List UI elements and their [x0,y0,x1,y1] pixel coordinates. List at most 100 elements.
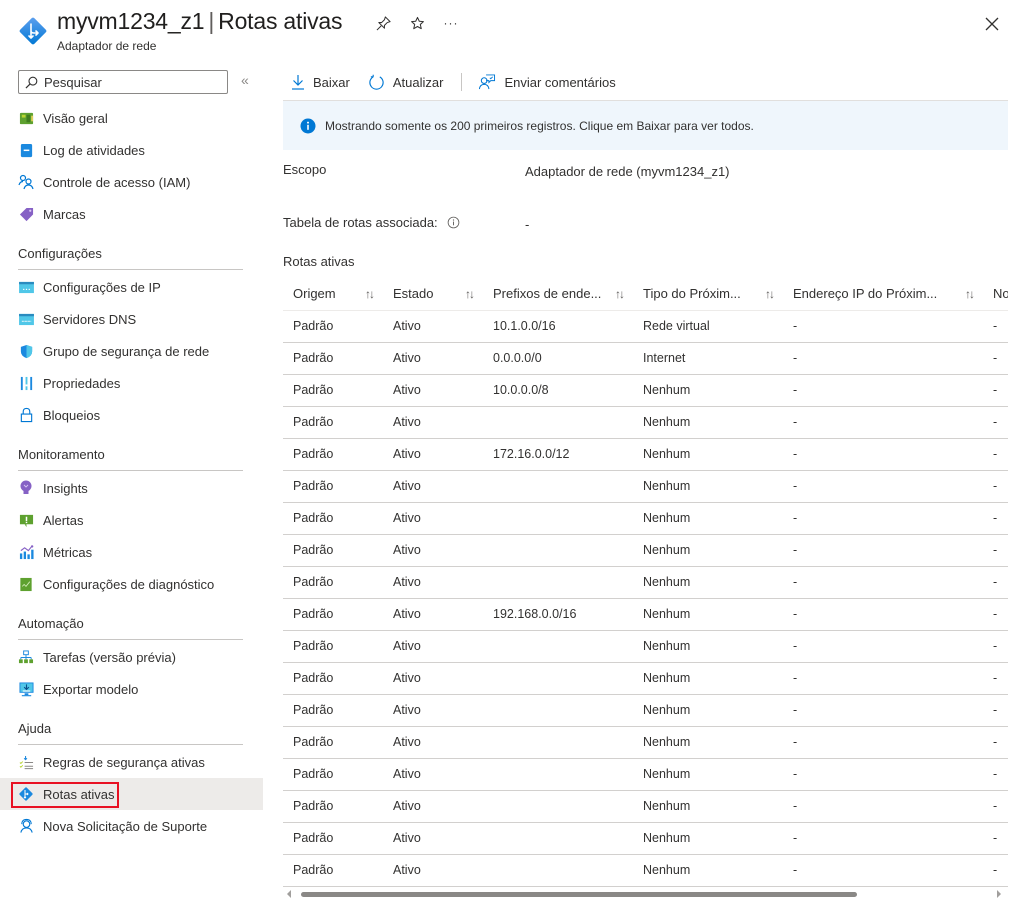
cell-next-hop-type: Nenhum [633,790,783,823]
sidebar-item-new-support-request[interactable]: Nova Solicitação de Suporte [0,810,263,842]
search-input[interactable] [44,74,214,90]
more-options-button[interactable]: ··· [442,14,460,32]
table-row[interactable]: Padrão Ativo Nenhum - - [283,630,1008,663]
sidebar-item-label: Exportar modelo [43,681,139,697]
sidebar-item-insights[interactable]: Insights [0,472,263,504]
column-header-next-hop-ip[interactable]: Endereço IP do Próxim... ↑↓ [783,278,983,311]
sidebar-item-iam[interactable]: Controle de acesso (IAM) [0,166,263,198]
feedback-label: Enviar comentários [504,74,616,90]
sidebar-item-export-template[interactable]: Exportar modelo [0,673,263,705]
table-row[interactable]: Padrão Ativo 192.168.0.0/16 Nenhum - - [283,598,1008,631]
refresh-label: Atualizar [392,74,444,90]
table-row[interactable]: Padrão Ativo 172.16.0.0/12 Nenhum - - [283,438,1008,471]
sidebar-item-properties[interactable]: Propriedades [0,367,263,399]
cell-next-hop-ip: - [783,694,983,727]
cell-truncated: - [983,566,1008,599]
info-tooltip-icon[interactable] [447,216,460,229]
column-label: No [993,286,1008,302]
download-button[interactable]: Baixar [291,74,350,90]
cell-state: Ativo [383,534,483,567]
sidebar-item-label: Log de atividades [43,142,145,158]
search-box[interactable] [18,70,228,94]
sidebar-item-diagnostic-settings[interactable]: Configurações de diagnóstico [0,568,263,600]
sidebar-item-ip-configurations[interactable]: ••• Configurações de IP [0,271,263,303]
sidebar-item-effective-routes[interactable]: Rotas ativas [0,778,263,810]
cell-next-hop-ip: - [783,854,983,887]
sort-icon[interactable]: ↑↓ [465,287,475,301]
horizontal-scrollbar[interactable] [283,888,1008,900]
table-row[interactable]: Padrão Ativo Nenhum - - [283,854,1008,887]
column-header-next-hop-type[interactable]: Tipo do Próxim... ↑↓ [633,278,783,311]
cell-source: Padrão [283,566,383,599]
table-row[interactable]: Padrão Ativo Nenhum - - [283,758,1008,791]
sidebar-item-label: Métricas [43,544,93,560]
table-row[interactable]: Padrão Ativo Nenhum - - [283,502,1008,535]
cell-next-hop-ip: - [783,598,983,631]
command-bar: Baixar Atualizar Enviar comentários [283,70,634,94]
table-row[interactable]: Padrão Ativo Nenhum - - [283,822,1008,855]
table-row[interactable]: Padrão Ativo 10.1.0.0/16 Rede virtual - - [283,310,1008,343]
scroll-right-arrow-icon[interactable] [997,890,1001,898]
sort-icon[interactable]: ↑↓ [765,287,775,301]
cell-truncated: - [983,598,1008,631]
route-table-value: - [525,217,530,232]
table-row[interactable]: Padrão Ativo Nenhum - - [283,726,1008,759]
star-icon [410,16,424,29]
cell-source: Padrão [283,822,383,855]
column-header-address-prefixes[interactable]: Prefixos de ende... ↑↓ [483,278,633,311]
diagnostic-icon [18,576,34,592]
sidebar-item-activity-log[interactable]: Log de atividades [0,134,263,166]
refresh-button[interactable]: Atualizar [368,74,444,91]
column-header-truncated[interactable]: No [983,278,1008,311]
cell-truncated: - [983,470,1008,503]
table-row[interactable]: Padrão Ativo Nenhum - - [283,406,1008,439]
sidebar: « Visão geral Log de atividades Controle… [0,62,263,913]
feedback-button[interactable]: Enviar comentários [478,73,616,91]
cell-state: Ativo [383,502,483,535]
sidebar-item-locks[interactable]: Bloqueios [0,399,263,431]
scroll-left-arrow-icon[interactable] [287,890,291,898]
sidebar-item-dns-servers[interactable]: Servidores DNS [0,303,263,335]
close-button[interactable] [982,14,1002,34]
scrollbar-thumb[interactable] [301,892,857,897]
cell-source: Padrão [283,854,383,887]
column-header-source[interactable]: Origem ↑↓ [283,278,383,311]
table-row[interactable]: Padrão Ativo 10.0.0.0/8 Nenhum - - [283,374,1008,407]
sort-icon[interactable]: ↑↓ [965,287,975,301]
collapse-sidebar-button[interactable]: « [241,72,249,88]
sidebar-item-tasks[interactable]: Tarefas (versão prévia) [0,641,263,673]
table-row[interactable]: Padrão Ativo Nenhum - - [283,790,1008,823]
sidebar-item-effective-security-rules[interactable]: Regras de segurança ativas [0,746,263,778]
column-label: Endereço IP do Próxim... [793,286,938,302]
cell-address-prefix: 172.16.0.0/12 [483,438,633,471]
effective-routes-title: Rotas ativas [283,254,355,269]
sidebar-item-label: Marcas [43,206,86,222]
table-row[interactable]: Padrão Ativo Nenhum - - [283,662,1008,695]
sidebar-item-nsg[interactable]: Grupo de segurança de rede [0,335,263,367]
table-row[interactable]: Padrão Ativo Nenhum - - [283,694,1008,727]
table-row[interactable]: Padrão Ativo Nenhum - - [283,534,1008,567]
cell-truncated: - [983,726,1008,759]
favorite-button[interactable] [408,14,426,32]
sidebar-item-tags[interactable]: Marcas [0,198,263,230]
table-row[interactable]: Padrão Ativo Nenhum - - [283,470,1008,503]
cell-address-prefix: 0.0.0.0/0 [483,342,633,375]
sidebar-item-alerts[interactable]: Alertas [0,504,263,536]
support-icon [18,818,34,834]
sidebar-item-overview[interactable]: Visão geral [0,102,263,134]
sidebar-item-metrics[interactable]: Métricas [0,536,263,568]
route-table-label-row: Tabela de rotas associada: [283,215,460,230]
sidebar-item-label: Nova Solicitação de Suporte [43,818,208,834]
cell-next-hop-ip: - [783,566,983,599]
table-row[interactable]: Padrão Ativo 0.0.0.0/0 Internet - - [283,342,1008,375]
sort-icon[interactable]: ↑↓ [615,287,625,301]
alert-icon [18,512,34,528]
cell-state: Ativo [383,758,483,791]
sort-icon[interactable]: ↑↓ [365,287,375,301]
cell-state: Ativo [383,470,483,503]
network-routes-icon [19,17,47,45]
column-header-state[interactable]: Estado ↑↓ [383,278,483,311]
cell-next-hop-type: Internet [633,342,783,375]
table-row[interactable]: Padrão Ativo Nenhum - - [283,566,1008,599]
pin-button[interactable] [374,14,392,32]
